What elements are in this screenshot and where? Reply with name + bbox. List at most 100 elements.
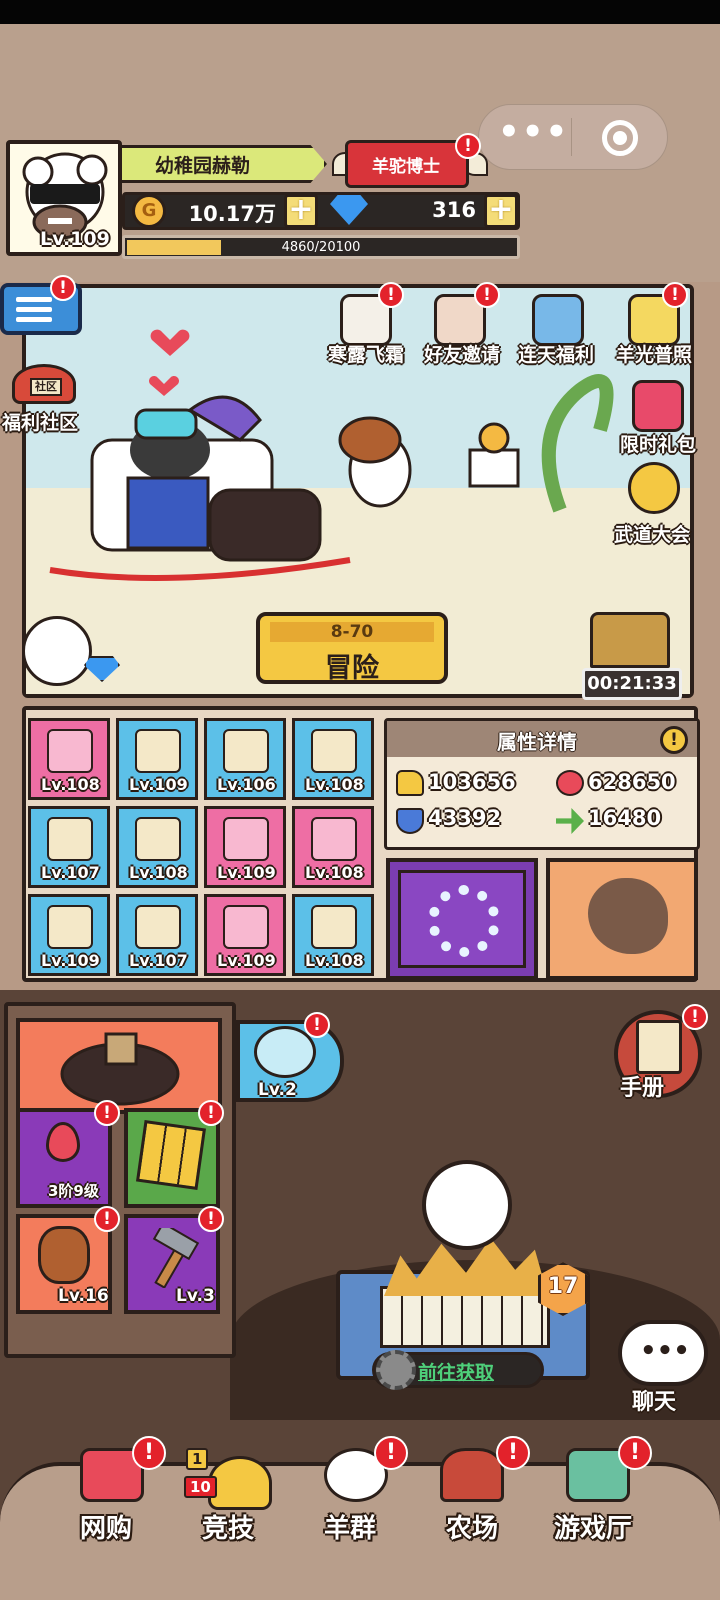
coin-icon: G (132, 194, 166, 228)
add-coin-button[interactable]: + (284, 194, 318, 228)
equipment-item-icon (47, 905, 93, 949)
equipment-level: Lv.109 (217, 951, 276, 970)
adventure-label: 冒险 (325, 653, 379, 684)
equipment-item-icon (223, 817, 269, 861)
equipment-level: Lv.108 (305, 951, 364, 970)
equipment-slot[interactable]: Lv.109 (28, 894, 110, 976)
add-gem-button[interactable]: + (484, 194, 518, 228)
capsule-divider (571, 118, 572, 156)
equipment-item-icon (135, 905, 181, 949)
upgrade-card-label: 3阶9级 (48, 1182, 99, 1200)
rank-chip-tenth: 10 (184, 1476, 217, 1498)
menu-icon (16, 297, 52, 302)
nav-flock[interactable]: 羊群 (324, 1508, 376, 1545)
rubiks-cube-icon (135, 1119, 207, 1191)
notification-badge: ! (50, 275, 76, 301)
equipment-item-icon (223, 905, 269, 949)
equipment-slot[interactable]: Lv.108 (292, 806, 374, 888)
notification-badge: ! (374, 1436, 408, 1470)
notification-badge: ! (198, 1100, 224, 1126)
goto-obtain-label[interactable]: 前往获取 (418, 1358, 494, 1385)
equipment-item-icon (223, 729, 269, 773)
hp-value: 628650 (588, 770, 676, 794)
notification-badge: ! (682, 1004, 708, 1030)
rank-chip-first: 1 (186, 1448, 209, 1470)
title-text: 羊驼博士 (372, 157, 440, 177)
equipment-slot[interactable]: Lv.109 (204, 894, 286, 976)
chest-timer-text: 00:21:33 (587, 673, 677, 694)
helper-sheep-icon[interactable] (22, 616, 92, 686)
heart-icon (556, 770, 584, 796)
martial-arts-label[interactable]: 武道大会 (614, 520, 690, 547)
equipment-slot[interactable]: Lv.106 (204, 718, 286, 800)
equipment-slot[interactable]: Lv.108 (292, 894, 374, 976)
equipment-item-icon (311, 817, 357, 861)
login-welfare-icon[interactable] (532, 294, 584, 346)
equipment-level: Lv.109 (217, 863, 276, 882)
equipment-slot[interactable]: Lv.108 (28, 718, 110, 800)
trophy-icon[interactable] (208, 1456, 272, 1510)
equipment-level: Lv.108 (129, 863, 188, 882)
menu-icon-line (16, 307, 52, 312)
equipment-slot[interactable]: Lv.109 (204, 806, 286, 888)
community-sign: 社区 (30, 378, 62, 396)
pen-level: 17 (547, 1274, 579, 1299)
hedgehog-level: Lv.16 (58, 1286, 109, 1306)
player-name[interactable]: 幼稚园赫勒 (155, 151, 250, 178)
attack-icon (396, 770, 424, 796)
equipment-slot[interactable]: Lv.107 (116, 894, 198, 976)
notification-badge: ! (474, 282, 500, 308)
nav-arena[interactable]: 竞技 (202, 1508, 254, 1545)
exp-text: 4860/20100 (281, 240, 361, 255)
equipment-item-icon (135, 817, 181, 861)
notification-badge: ! (662, 282, 688, 308)
close-miniprogram-dot (613, 131, 627, 145)
notification-badge: ! (94, 1100, 120, 1126)
equipment-item-icon (311, 905, 357, 949)
speed-value: 16480 (588, 806, 662, 830)
equipment-slot[interactable]: Lv.108 (292, 718, 374, 800)
equipment-slot[interactable]: Lv.107 (28, 806, 110, 888)
hammer-icon (142, 1221, 202, 1289)
equipment-level: Lv.107 (41, 863, 100, 882)
nav-shop[interactable]: 网购 (80, 1508, 132, 1545)
treasure-chest-icon[interactable] (590, 612, 670, 668)
event-frost-label[interactable]: 寒露飞霜 (328, 340, 404, 367)
gift-box-icon[interactable] (632, 380, 684, 432)
chat-bubble-icon: ••• (640, 1336, 690, 1366)
equipment-item-icon (135, 729, 181, 773)
handbook-label: 手册 (620, 1076, 665, 1101)
equipment-level: Lv.109 (129, 775, 188, 794)
trophy-icon[interactable] (628, 462, 680, 514)
event-friend-invite-label[interactable]: 好友邀请 (424, 340, 500, 367)
more-options-icon[interactable]: ••• (498, 112, 569, 152)
attack-value: 103656 (428, 770, 516, 794)
menu-icon-line (16, 317, 52, 322)
equipment-slot[interactable]: Lv.108 (116, 806, 198, 888)
hammer-level: Lv.3 (176, 1286, 215, 1306)
gear-icon (376, 1350, 416, 1390)
barn-icon[interactable] (440, 1448, 504, 1502)
hero-card[interactable] (16, 1018, 222, 1114)
baby-sheep-icon[interactable] (422, 1160, 512, 1250)
hero-portrait-icon (60, 1032, 180, 1106)
chat-label[interactable]: 聊天 (632, 1384, 676, 1416)
status-bar (0, 0, 720, 24)
notification-badge: ! (378, 282, 404, 308)
welfare-community-label[interactable]: 福利社区 (2, 408, 78, 435)
nav-farm[interactable]: 农场 (446, 1508, 498, 1545)
notification-badge: ! (455, 133, 481, 159)
limited-gift-label[interactable]: 限时礼包 (620, 430, 696, 457)
nav-arcade[interactable]: 游戏厅 (554, 1508, 632, 1545)
notification-badge: ! (618, 1436, 652, 1470)
attribute-title: 属性详情 (497, 730, 577, 754)
notification-badge: ! (304, 1012, 330, 1038)
shield-icon (396, 808, 424, 834)
event-login-welfare-label[interactable]: 连天福利 (518, 340, 594, 367)
gem-value: 316 (432, 198, 476, 222)
notification-badge: ! (198, 1206, 224, 1232)
coin-value: 10.17万 (188, 202, 276, 226)
attribute-info-icon[interactable]: ! (660, 726, 688, 754)
event-sunshine-label[interactable]: 羊光普照 (616, 340, 692, 367)
equipment-slot[interactable]: Lv.109 (116, 718, 198, 800)
